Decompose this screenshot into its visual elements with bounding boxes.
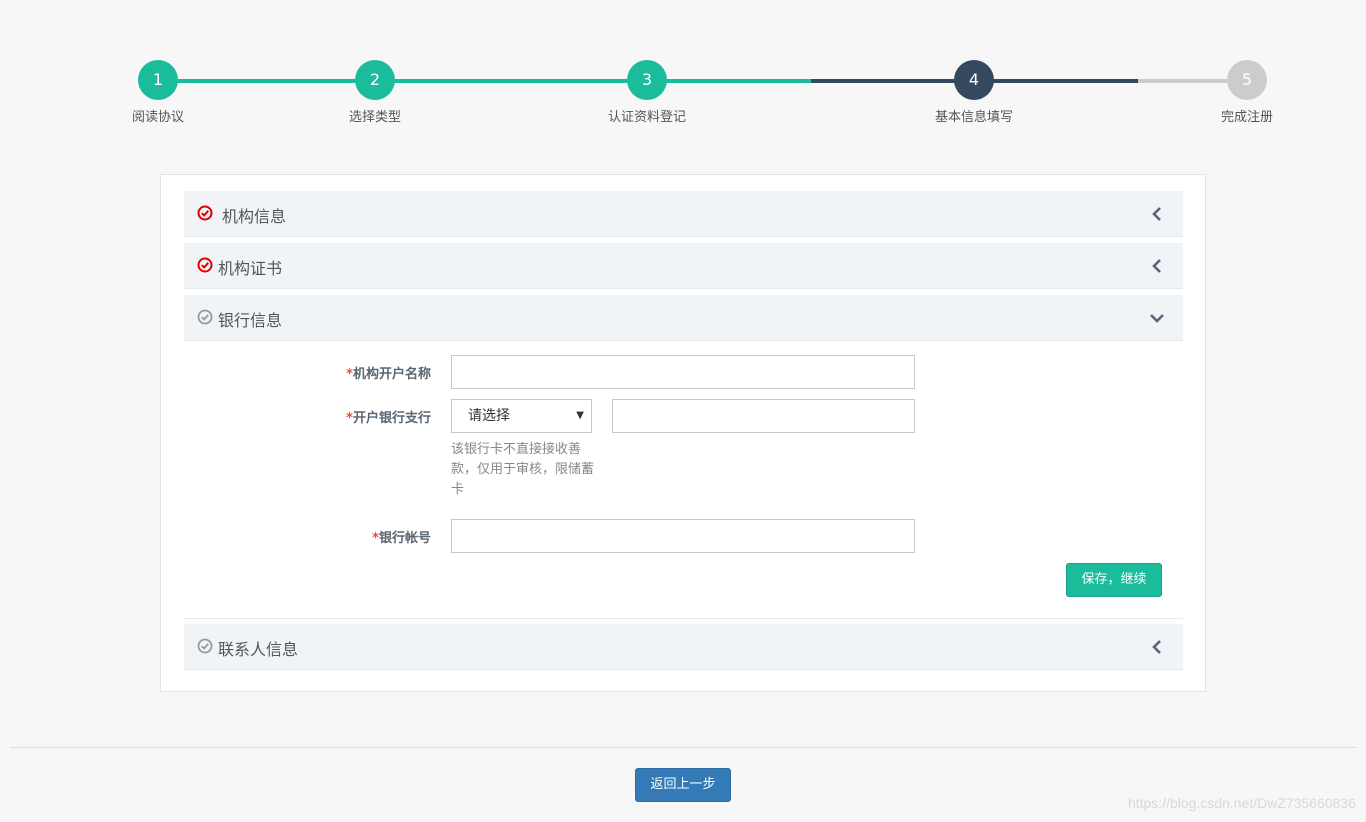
step-5-circle: 5	[1227, 60, 1267, 100]
back-button[interactable]: 返回上一步	[635, 768, 731, 802]
step-3-label: 认证资料登记	[607, 110, 686, 125]
step-2-circle: 2	[355, 60, 395, 100]
panel-title-org-certificate: 机构证书	[218, 259, 283, 278]
account-name-label-text: 机构开户名称	[352, 367, 431, 382]
panel-header-bank-info[interactable]: 银行信息	[184, 295, 1183, 341]
panel-divider	[184, 618, 1183, 619]
check-circle-gray-icon	[197, 309, 213, 325]
chevron-left-icon[interactable]	[1149, 206, 1165, 222]
required-mark: *	[346, 367, 353, 382]
step-2-label: 选择类型	[348, 110, 401, 125]
caret-down-icon: ▼	[576, 410, 584, 421]
bank-branch-label-text: 开户银行支行	[352, 411, 431, 426]
check-circle-gray-icon	[197, 638, 213, 654]
step-2: 2 选择类型	[315, 60, 435, 125]
progress-stepper: 1 阅读协议 2 选择类型 3 认证资料登记 4 基本信息填写 5 完成注册	[0, 0, 1366, 140]
account-number-input[interactable]	[451, 519, 915, 553]
panel-header-org-info[interactable]: 机构信息	[184, 191, 1183, 237]
step-progress-line-done	[158, 79, 811, 83]
account-name-input[interactable]	[451, 355, 915, 389]
bank-select-value: 请选择	[468, 408, 510, 424]
bank-branch-input[interactable]	[612, 399, 915, 433]
footer-divider	[10, 747, 1356, 748]
bank-hint-text: 该银行卡不直接接收善款，仅用于审核，限储蓄卡	[451, 442, 595, 497]
step-1-label: 阅读协议	[131, 110, 184, 125]
account-name-label: *机构开户名称	[346, 363, 431, 382]
watermark-text: https://blog.csdn.net/DwZ735660836	[1127, 795, 1356, 811]
required-mark: *	[372, 531, 379, 546]
panel-title-org-info: 机构信息	[222, 207, 287, 226]
step-5: 5 完成注册	[1187, 60, 1307, 125]
panel-header-contact-info[interactable]: 联系人信息	[184, 624, 1183, 670]
bank-branch-label: *开户银行支行	[346, 407, 431, 426]
account-number-label: *银行帐号	[372, 527, 431, 546]
step-1-circle: 1	[138, 60, 178, 100]
account-number-label-text: 银行帐号	[378, 531, 431, 546]
step-4-circle: 4	[954, 60, 994, 100]
step-5-label: 完成注册	[1220, 110, 1273, 125]
step-1: 1 阅读协议	[98, 60, 218, 125]
chevron-left-icon[interactable]	[1149, 258, 1165, 274]
panel-title-bank-info: 银行信息	[218, 311, 283, 330]
save-continue-button[interactable]: 保存，继续	[1066, 563, 1162, 597]
bank-select[interactable]: 请选择 ▼	[451, 399, 592, 433]
chevron-left-icon[interactable]	[1149, 639, 1165, 655]
step-3: 3 认证资料登记	[587, 60, 707, 125]
check-circle-red-icon	[197, 205, 213, 221]
step-3-circle: 3	[627, 60, 667, 100]
check-circle-red-icon	[197, 257, 213, 273]
chevron-down-icon[interactable]	[1149, 310, 1165, 326]
required-mark: *	[346, 411, 353, 426]
panel-header-org-certificate[interactable]: 机构证书	[184, 243, 1183, 289]
registration-card: 机构信息 机构证书 银行信息 *机构开户名称 *开户银行支行 请选择 ▼ 该银行…	[160, 174, 1206, 692]
step-4: 4 基本信息填写	[914, 60, 1034, 125]
panel-title-contact-info: 联系人信息	[218, 640, 299, 659]
step-4-label: 基本信息填写	[934, 110, 1013, 125]
